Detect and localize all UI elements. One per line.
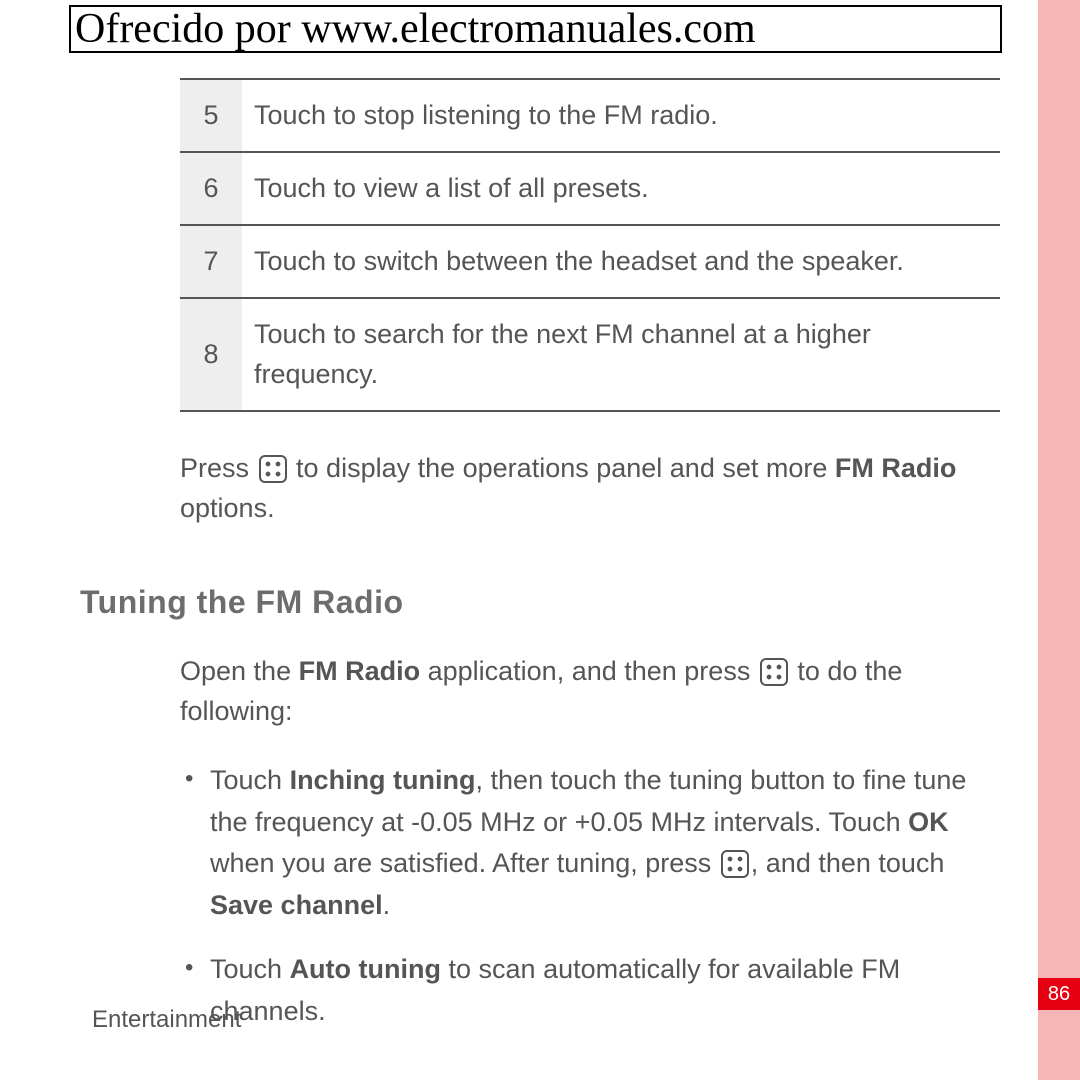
text: to display the operations panel and set … <box>289 453 835 483</box>
list-item: Touch Inching tuning, then touch the tun… <box>180 760 1000 927</box>
step-desc: Touch to switch between the headset and … <box>242 225 1000 298</box>
press-instruction: Press to display the operations panel an… <box>180 448 1000 529</box>
text: , and then touch <box>751 848 945 878</box>
step-desc: Touch to view a list of all presets. <box>242 152 1000 225</box>
text: application, and then press <box>420 656 758 686</box>
table-row: 8 Touch to search for the next FM channe… <box>180 298 1000 410</box>
bold-text: FM Radio <box>299 656 421 686</box>
text: Press <box>180 453 257 483</box>
menu-icon <box>760 658 788 686</box>
bold-text: Auto tuning <box>290 954 441 984</box>
step-number: 8 <box>180 298 242 410</box>
text: Touch <box>210 954 290 984</box>
step-number: 5 <box>180 79 242 152</box>
bold-text: OK <box>908 807 949 837</box>
page-content: 5 Touch to stop listening to the FM radi… <box>80 78 1000 1033</box>
footer-section-label: Entertainment <box>92 1006 241 1034</box>
menu-icon <box>721 850 749 878</box>
text: . <box>383 890 391 920</box>
bold-text: Save channel <box>210 890 383 920</box>
step-desc: Touch to search for the next FM channel … <box>242 298 1000 410</box>
section-heading: Tuning the FM Radio <box>80 584 1000 621</box>
bold-text: FM Radio <box>835 453 957 483</box>
table-row: 7 Touch to switch between the headset an… <box>180 225 1000 298</box>
text: Touch <box>210 765 290 795</box>
watermark-header: Ofrecido por www.electromanuales.com <box>69 5 1002 53</box>
open-instruction: Open the FM Radio application, and then … <box>180 651 1000 732</box>
text: when you are satisfied. After tuning, pr… <box>210 848 719 878</box>
text: Open the <box>180 656 299 686</box>
bullet-list: Touch Inching tuning, then touch the tun… <box>180 760 1000 1033</box>
step-number: 6 <box>180 152 242 225</box>
menu-icon <box>259 455 287 483</box>
table-row: 6 Touch to view a list of all presets. <box>180 152 1000 225</box>
right-margin-stripe <box>1038 0 1080 1080</box>
step-number: 7 <box>180 225 242 298</box>
page-number: 86 <box>1038 978 1080 1010</box>
list-item: Touch Auto tuning to scan automatically … <box>180 949 1000 1033</box>
bold-text: Inching tuning <box>290 765 476 795</box>
text: options. <box>180 493 275 523</box>
step-desc: Touch to stop listening to the FM radio. <box>242 79 1000 152</box>
table-row: 5 Touch to stop listening to the FM radi… <box>180 79 1000 152</box>
steps-table: 5 Touch to stop listening to the FM radi… <box>180 78 1000 412</box>
